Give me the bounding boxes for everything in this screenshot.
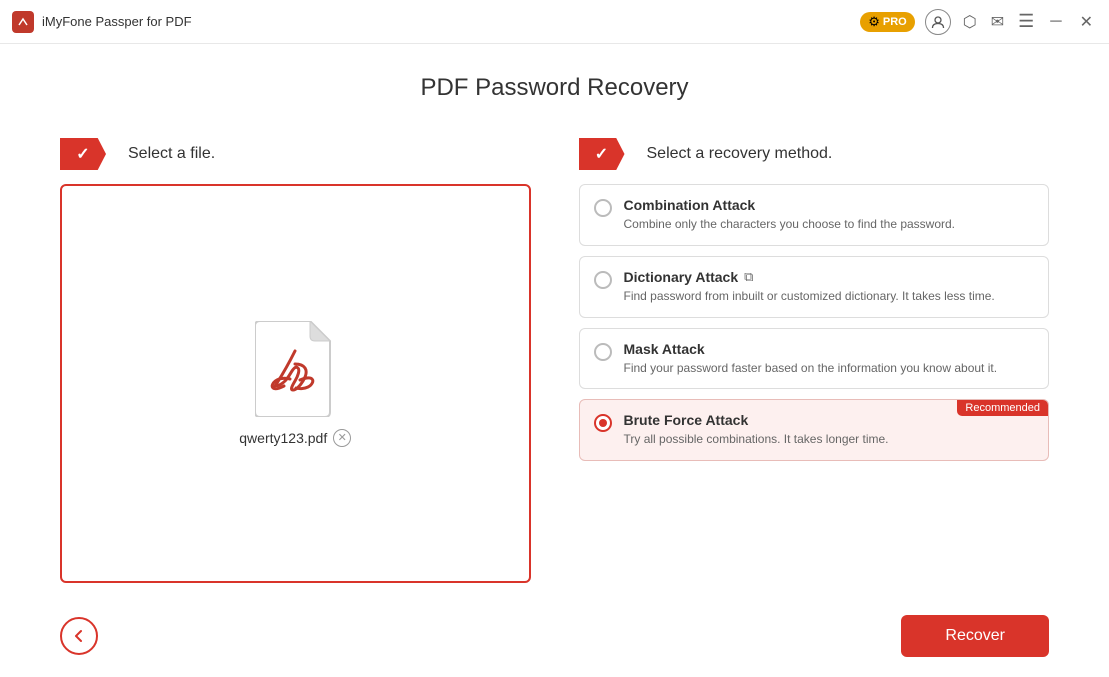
method-bruteforce-name: Brute Force Attack xyxy=(624,412,749,428)
pro-badge[interactable]: ⚙ PRO xyxy=(860,12,915,32)
right-section-header: ✓ Select a recovery method. xyxy=(579,138,1050,170)
method-dictionary-info: Dictionary Attack ⧉ Find password from i… xyxy=(624,269,1035,305)
pdf-icon-wrap: qwerty123.pdf ✕ xyxy=(239,321,351,447)
method-dictionary-name: Dictionary Attack xyxy=(624,269,739,285)
recommended-badge: Recommended xyxy=(957,400,1048,416)
app-title-text: iMyFone Passper for PDF xyxy=(42,14,192,29)
method-mask[interactable]: Mask Attack Find your password faster ba… xyxy=(579,328,1050,390)
recover-button[interactable]: Recover xyxy=(901,615,1049,657)
left-panel: ✓ Select a file. xyxy=(60,138,531,583)
method-combination-name: Combination Attack xyxy=(624,197,756,213)
close-button[interactable]: ✕ xyxy=(1076,12,1097,32)
method-combination[interactable]: Combination Attack Combine only the char… xyxy=(579,184,1050,246)
main-content: PDF Password Recovery ✓ Select a file. xyxy=(0,44,1109,603)
method-bruteforce[interactable]: Recommended Brute Force Attack Try all p… xyxy=(579,399,1050,461)
two-column-layout: ✓ Select a file. xyxy=(60,138,1049,583)
bottom-bar: Recover xyxy=(0,603,1109,677)
title-bar-left: iMyFone Passper for PDF xyxy=(12,11,192,33)
pro-badge-text: PRO xyxy=(883,16,907,28)
page-title: PDF Password Recovery xyxy=(60,74,1049,102)
cube-icon[interactable]: ⬡ xyxy=(961,10,979,34)
right-panel: ✓ Select a recovery method. Combination … xyxy=(579,138,1050,583)
method-dictionary[interactable]: Dictionary Attack ⧉ Find password from i… xyxy=(579,256,1050,318)
method-bruteforce-desc: Try all possible combinations. It takes … xyxy=(624,431,1035,448)
method-combination-desc: Combine only the characters you choose t… xyxy=(624,216,1035,233)
step1-check-arrow: ✓ xyxy=(60,138,116,170)
method-mask-info: Mask Attack Find your password faster ba… xyxy=(624,341,1035,377)
file-name-text: qwerty123.pdf xyxy=(239,430,327,446)
back-button[interactable] xyxy=(60,617,98,655)
method-dictionary-desc: Find password from inbuilt or customized… xyxy=(624,288,1035,305)
radio-combination[interactable] xyxy=(594,199,612,217)
dictionary-link-icon: ⧉ xyxy=(744,269,753,285)
user-icon[interactable] xyxy=(925,9,951,35)
select-method-label: Select a recovery method. xyxy=(647,145,833,163)
title-bar: iMyFone Passper for PDF ⚙ PRO ⬡ ✉ ☰ ─ ✕ xyxy=(0,0,1109,44)
mail-icon[interactable]: ✉ xyxy=(989,10,1006,34)
select-file-label: Select a file. xyxy=(128,145,215,163)
method-mask-desc: Find your password faster based on the i… xyxy=(624,360,1035,377)
method-list: Combination Attack Combine only the char… xyxy=(579,184,1050,583)
menu-icon[interactable]: ☰ xyxy=(1016,9,1036,34)
radio-mask[interactable] xyxy=(594,343,612,361)
method-mask-name: Mask Attack xyxy=(624,341,705,357)
minimize-button[interactable]: ─ xyxy=(1046,13,1065,31)
file-name-row: qwerty123.pdf ✕ xyxy=(239,429,351,447)
method-combination-info: Combination Attack Combine only the char… xyxy=(624,197,1035,233)
radio-dictionary[interactable] xyxy=(594,271,612,289)
file-drop-area[interactable]: qwerty123.pdf ✕ xyxy=(60,184,531,583)
step2-check-arrow: ✓ xyxy=(579,138,635,170)
pdf-file-icon xyxy=(255,321,335,417)
left-section-header: ✓ Select a file. xyxy=(60,138,531,170)
radio-bruteforce[interactable] xyxy=(594,414,612,432)
radio-bruteforce-dot xyxy=(599,419,607,427)
title-bar-right: ⚙ PRO ⬡ ✉ ☰ ─ ✕ xyxy=(860,9,1097,35)
remove-file-button[interactable]: ✕ xyxy=(333,429,351,447)
method-bruteforce-info: Brute Force Attack Try all possible comb… xyxy=(624,412,1035,448)
app-icon xyxy=(12,11,34,33)
